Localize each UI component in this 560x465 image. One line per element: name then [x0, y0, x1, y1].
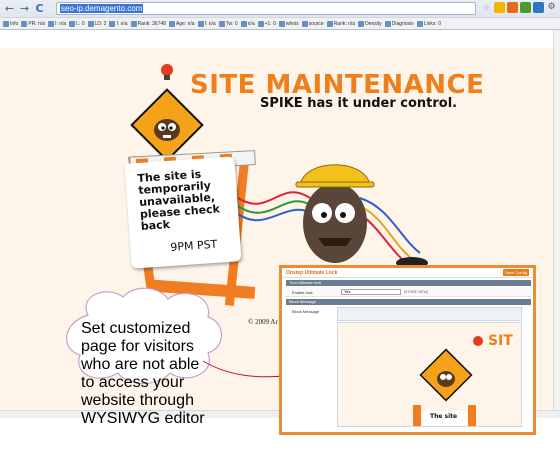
browser-toolbar: ← → C seo-ip.demagento.com ☆ ⚙ Info PR: n…	[0, 0, 560, 30]
seo-metric-icon	[21, 20, 28, 27]
block-message-label: Block Message	[292, 309, 320, 314]
seo-metric-icon	[168, 20, 175, 27]
seo-metric-icon	[69, 20, 76, 27]
back-button[interactable]: ←	[3, 2, 16, 15]
section-header[interactable]: Block Message	[286, 299, 531, 305]
seo-toolbar-item[interactable]: Info	[3, 20, 19, 27]
seo-toolbar-item[interactable]: I: n/a	[197, 20, 216, 27]
seo-metric-icon	[257, 20, 264, 27]
editor-preview-title: SIT	[488, 333, 513, 349]
copyright-text: © 2009 Ar	[248, 318, 278, 326]
seo-toolbar-item[interactable]: Rank: 36748	[130, 20, 166, 27]
forward-button[interactable]: →	[18, 2, 31, 15]
warning-diamond-icon	[130, 88, 204, 162]
address-bar[interactable]: seo-ip.demagento.com	[56, 2, 476, 15]
seo-toolbar-item[interactable]: source	[301, 20, 324, 27]
seo-metric-icon	[416, 20, 423, 27]
seo-toolbar-label: Links: 0	[423, 20, 441, 27]
beacon-light-icon	[161, 64, 173, 76]
seo-metric-icon	[301, 20, 308, 27]
seo-metric-icon	[240, 20, 247, 27]
extension-icon[interactable]	[507, 2, 518, 13]
screen: ← → C seo-ip.demagento.com ☆ ⚙ Info PR: n…	[0, 0, 560, 465]
wrench-icon[interactable]: ⚙	[546, 2, 557, 13]
scope-note: [STORE VIEW]	[404, 290, 428, 294]
seo-toolbar-item[interactable]: Diagnosis	[384, 20, 414, 27]
seo-toolbar-item[interactable]: L: 0	[69, 20, 85, 27]
seo-metric-icon	[384, 20, 391, 27]
seo-toolbar-item[interactable]: Density	[358, 20, 382, 27]
seo-metric-icon	[197, 20, 204, 27]
save-config-button[interactable]: Save Config	[503, 269, 529, 276]
wysiwyg-toolbar[interactable]	[337, 307, 522, 321]
url-text: seo-ip.demagento.com	[60, 4, 144, 13]
wysiwyg-editor[interactable]: SIT The site	[337, 322, 522, 427]
seo-toolbar-item[interactable]: Tw: 0	[218, 20, 238, 27]
seo-metric-icon	[3, 20, 9, 27]
seo-toolbar-label: Age: n/a	[175, 20, 195, 27]
seo-toolbar-item[interactable]: LD: 2	[87, 20, 107, 27]
seo-toolbar-label: I: n/a	[55, 20, 67, 27]
seo-metric-icon	[109, 20, 116, 27]
seo-toolbar-item[interactable]: n/a	[240, 20, 255, 27]
enable-lock-row: Enable lock Yes [STORE VIEW]	[286, 287, 531, 297]
seo-toolbar-item[interactable]: +1: 0	[257, 20, 276, 27]
enable-lock-label: Enable lock	[292, 290, 313, 295]
seo-toolbar-item[interactable]: I: n/a	[48, 20, 67, 27]
extension-icon[interactable]	[533, 2, 544, 13]
seo-toolbar-label: LD: 2	[94, 20, 107, 27]
seo-toolbar-label: source	[308, 20, 324, 27]
seo-toolbar-item[interactable]: I: n/a	[109, 20, 128, 27]
seo-toolbar-label: n/a	[247, 20, 255, 27]
section-header[interactable]: Turn Ultimate lock	[286, 280, 531, 286]
editor-preview-caption: The site	[430, 413, 458, 420]
page-subtitle: SPIKE has it under control.	[260, 96, 458, 111]
seo-metric-icon	[87, 20, 94, 27]
seo-toolbar-label: L: 0	[76, 20, 85, 27]
spike-mascot-icon	[295, 164, 375, 274]
seo-toolbar-item[interactable]: Age: n/a	[168, 20, 195, 27]
seo-metric-icon	[130, 20, 137, 27]
admin-header: Onstep Ultimate Lock Save Config	[282, 268, 533, 278]
sign-time: 9PM PST	[169, 237, 218, 254]
reload-button[interactable]: C	[33, 2, 46, 15]
seo-metric-icon	[358, 20, 365, 27]
admin-config-panel: Onstep Ultimate Lock Save Config Turn Ul…	[279, 265, 536, 435]
seo-toolbar-item[interactable]: Rank: n/a	[326, 20, 356, 27]
seo-toolbar-label: Rank: 36748	[137, 20, 166, 27]
seo-toolbar-label: I: n/a	[116, 20, 128, 27]
seo-toolbar-item[interactable]: Links: 0	[416, 20, 441, 27]
beacon-base	[164, 75, 170, 80]
seo-metric-icon	[48, 20, 55, 27]
seo-toolbar-item[interactable]: PR: n/a	[21, 20, 46, 27]
seo-toolbar: Info PR: n/a I: n/a L: 0 LD: 2 I: n/a Rank: 36…	[0, 17, 560, 29]
seo-toolbar-label: +1: 0	[264, 20, 276, 27]
callout-text: Set customized page for visitors who are…	[81, 320, 205, 427]
enable-lock-select[interactable]: Yes	[341, 289, 401, 295]
admin-title: Onstep Ultimate Lock	[286, 270, 338, 276]
seo-toolbar-label: Tw: 0	[225, 20, 238, 27]
extension-icon[interactable]	[494, 2, 505, 13]
seo-toolbar-label: I: n/a	[204, 20, 216, 27]
seo-toolbar-label: Info	[10, 20, 19, 27]
seo-metric-icon	[218, 20, 225, 27]
seo-toolbar-label: Density	[365, 20, 382, 27]
seo-metric-icon	[278, 20, 285, 27]
extension-icon[interactable]	[520, 2, 531, 13]
seo-toolbar-label: Rank: n/a	[333, 20, 356, 27]
seo-metric-icon	[326, 20, 333, 27]
seo-toolbar-item[interactable]: whois	[278, 20, 299, 27]
notice-sign: The site is temporarily unavailable, ple…	[124, 156, 242, 269]
sign-text: The site is temporarily unavailable, ple…	[137, 167, 221, 233]
vertical-scrollbar[interactable]	[553, 30, 560, 410]
seo-toolbar-label: PR: n/a	[28, 20, 46, 27]
seo-toolbar-label: whois	[285, 20, 299, 27]
star-icon[interactable]: ☆	[481, 2, 492, 13]
seo-toolbar-label: Diagnosis	[391, 20, 414, 27]
